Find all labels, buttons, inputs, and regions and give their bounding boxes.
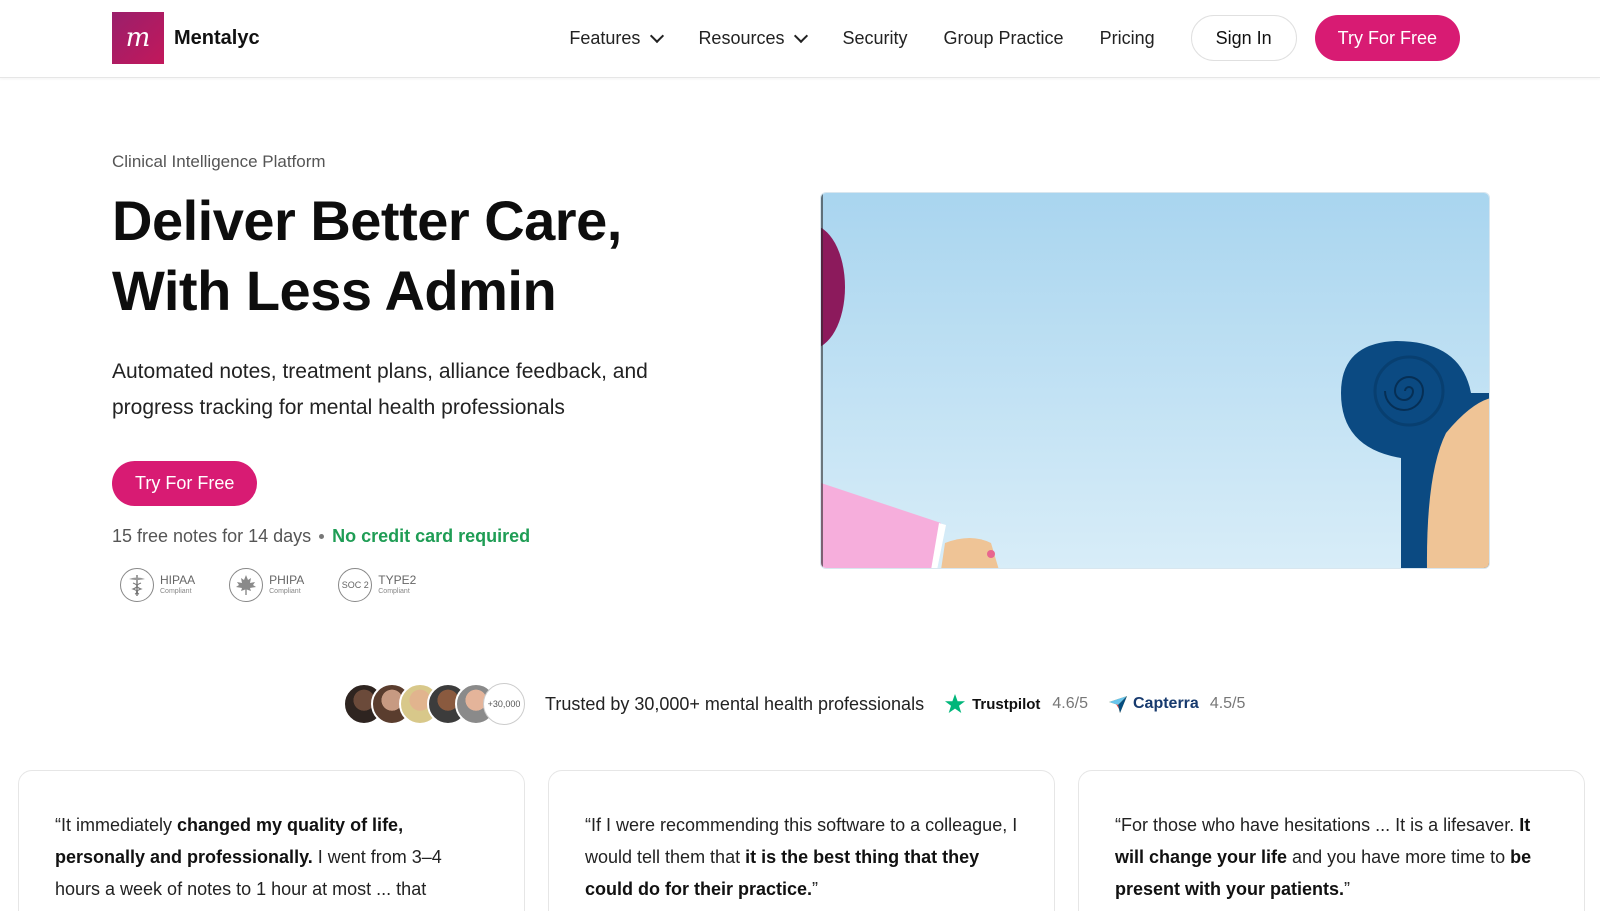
nav-features-label: Features xyxy=(569,27,641,48)
nav-resources[interactable]: Resources xyxy=(698,27,809,49)
free-trial-note: 15 free notes for 14 days No credit card… xyxy=(112,526,530,547)
hero-illustration-art xyxy=(821,193,1489,568)
hero-try-free-button[interactable]: Try For Free xyxy=(112,461,258,506)
brand-name: Mentalyc xyxy=(174,26,260,49)
nav-features[interactable]: Features xyxy=(569,27,665,49)
free-notes-text: 15 free notes for 14 days xyxy=(112,526,312,546)
brand-logo[interactable]: m Mentalyc xyxy=(112,12,260,64)
soc2-title: TYPE2 xyxy=(378,573,417,587)
main-nav: Features Resources Security Group Practi… xyxy=(569,15,1460,61)
nav-security-label: Security xyxy=(842,27,908,48)
header-try-free-button[interactable]: Try For Free xyxy=(1314,15,1460,61)
quote-text: ” xyxy=(812,879,819,899)
capterra-score: 4.5/5 xyxy=(1209,695,1246,712)
hero-subtitle: Automated notes, treatment plans, allian… xyxy=(112,360,648,419)
hero-title-line-2: With Less Admin xyxy=(112,259,557,322)
trustpilot-name: Trustpilot xyxy=(972,695,1041,713)
hero-title: Deliver Better Care, With Less Admin xyxy=(112,186,732,326)
avatar-group: +30,000 xyxy=(343,683,525,725)
trustpilot-score: 4.6/5 xyxy=(1052,695,1088,712)
phipa-text: PHIPA Compliant xyxy=(269,574,304,596)
capterra-name: Capterra xyxy=(1133,695,1199,712)
maple-leaf-icon xyxy=(229,568,264,602)
hero-title-line-1: Deliver Better Care, xyxy=(112,189,622,252)
sign-in-button[interactable]: Sign In xyxy=(1190,15,1297,61)
trusted-by-text: Trusted by 30,000+ mental health profess… xyxy=(545,693,925,714)
hipaa-sub: Compliant xyxy=(160,588,192,595)
caduceus-icon xyxy=(120,568,154,602)
avatar-count: +30,000 xyxy=(483,683,525,725)
hero-illustration xyxy=(820,192,1490,569)
quote-text: ” xyxy=(1344,879,1351,899)
nav-pricing-label: Pricing xyxy=(1099,27,1155,48)
nav-security[interactable]: Security xyxy=(842,28,907,49)
hipaa-title: HIPAA xyxy=(160,573,196,587)
quote-text: “For those who have hesitations ... It i… xyxy=(1115,815,1520,835)
quote-text: “It immediately xyxy=(55,815,178,835)
trustpilot-star-icon xyxy=(945,694,966,713)
trustpilot-rating[interactable]: Trustpilot 4.6/5 xyxy=(944,693,1088,715)
hipaa-badge: HIPAA Compliant xyxy=(120,568,195,602)
soc2-badge: SOC 2 TYPE2 Compliant xyxy=(338,568,416,602)
trust-bar: +30,000 Trusted by 30,000+ mental health… xyxy=(343,683,1245,725)
nav-pricing[interactable]: Pricing xyxy=(1100,28,1155,49)
soc2-sub: Compliant xyxy=(378,588,410,595)
hero-eyebrow: Clinical Intelligence Platform xyxy=(112,152,326,171)
testimonial-quote: “For those who have hesitations ... It i… xyxy=(1115,809,1548,905)
capterra-arrow-icon xyxy=(1109,696,1127,713)
nav-group-practice[interactable]: Group Practice xyxy=(944,28,1064,49)
phipa-sub: Compliant xyxy=(269,588,301,595)
no-credit-card-text: No credit card required xyxy=(332,526,531,546)
nav-group-practice-label: Group Practice xyxy=(943,27,1064,48)
soc2-icon: SOC 2 xyxy=(338,568,373,602)
testimonial-card: “It immediately changed my quality of li… xyxy=(18,770,525,911)
logo-mark-icon: m xyxy=(112,12,164,64)
testimonial-quote: “If I were recommending this software to… xyxy=(585,809,1018,905)
testimonial-card: “For those who have hesitations ... It i… xyxy=(1078,770,1585,911)
quote-text: and you have more time to xyxy=(1287,847,1511,867)
phipa-title: PHIPA xyxy=(269,573,305,587)
hipaa-text: HIPAA Compliant xyxy=(160,574,195,596)
bullet-separator xyxy=(319,534,325,539)
soc2-text: TYPE2 Compliant xyxy=(378,574,416,596)
chevron-down-icon xyxy=(650,28,665,43)
phipa-badge: PHIPA Compliant xyxy=(229,568,304,602)
compliance-badges: HIPAA Compliant PHIPA Compliant SOC 2 TY… xyxy=(120,568,416,602)
testimonial-quote: “It immediately changed my quality of li… xyxy=(55,809,488,905)
nav-resources-label: Resources xyxy=(698,27,785,48)
testimonial-card: “If I were recommending this software to… xyxy=(548,770,1055,911)
chevron-down-icon xyxy=(794,28,809,43)
site-header: m Mentalyc Features Resources Security G… xyxy=(0,0,1600,78)
capterra-rating[interactable]: Capterra 4.5/5 xyxy=(1108,695,1245,713)
